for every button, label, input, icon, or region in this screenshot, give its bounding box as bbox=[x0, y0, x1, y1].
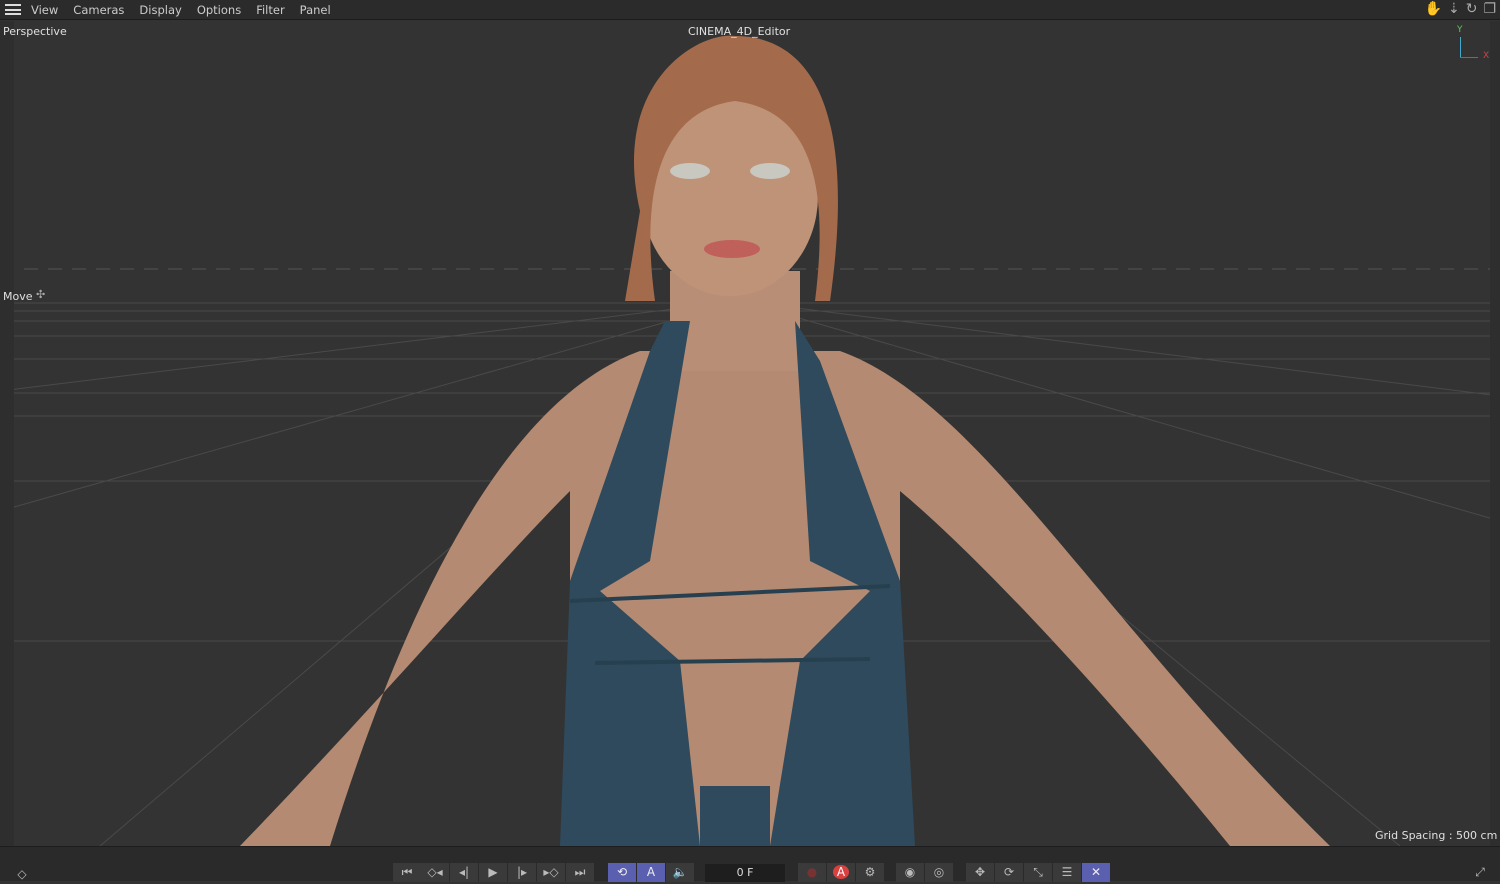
key-pla-icon[interactable]: ✕ bbox=[1082, 863, 1110, 882]
axis-gizmo: Y X bbox=[1455, 25, 1495, 65]
scene bbox=[0, 35, 1500, 846]
menu-filter[interactable]: Filter bbox=[256, 3, 284, 17]
keyframe-diamond-icon[interactable]: ◇ bbox=[10, 865, 34, 884]
audio-track-button[interactable]: A bbox=[637, 863, 665, 882]
expand-timeline-icon[interactable]: ⤢ bbox=[1466, 863, 1494, 882]
key-scale-icon[interactable]: ⤡ bbox=[1024, 863, 1052, 882]
sound-icon[interactable]: 🔈 bbox=[666, 863, 694, 882]
axis-y-label: Y bbox=[1457, 25, 1463, 35]
prev-frame-button[interactable]: ◂| bbox=[450, 863, 478, 882]
mouse-record-icon[interactable]: ◉ bbox=[896, 863, 924, 882]
loop-button[interactable]: ⟲ bbox=[608, 863, 636, 882]
grid-spacing-label: Grid Spacing : 500 cm bbox=[1375, 829, 1498, 842]
hand-pan-icon[interactable]: ✋ bbox=[1425, 1, 1442, 17]
keyframe-settings-icon[interactable]: ⚙ bbox=[856, 863, 884, 882]
next-frame-button[interactable]: |▸ bbox=[508, 863, 536, 882]
character-model[interactable] bbox=[240, 35, 1330, 846]
rotate-icon[interactable]: ↻ bbox=[1466, 1, 1478, 17]
motion-record-icon[interactable]: ◎ bbox=[925, 863, 953, 882]
key-rotation-icon[interactable]: ⟳ bbox=[995, 863, 1023, 882]
timeline-toolbar: ◇ ⏮ ◇◂ ◂| ▶ |▸ ▸◇ ⏭ ⟲ A 🔈 0 F ● A ⚙ ◉ ◎ … bbox=[0, 846, 1500, 884]
move-dolly-icon[interactable]: ⇣ bbox=[1448, 1, 1460, 17]
axis-x-label: X bbox=[1483, 51, 1490, 61]
menu-panel[interactable]: Panel bbox=[300, 3, 331, 17]
menu-view[interactable]: View bbox=[31, 3, 58, 17]
menu-cameras[interactable]: Cameras bbox=[73, 3, 124, 17]
hamburger-menu-icon[interactable] bbox=[5, 4, 21, 15]
active-tool-label: Move bbox=[3, 290, 33, 303]
menu-options[interactable]: Options bbox=[197, 3, 241, 17]
menu-bar: View Cameras Display Options Filter Pane… bbox=[0, 0, 1500, 20]
autokey-button[interactable]: A bbox=[827, 863, 855, 882]
menu-display[interactable]: Display bbox=[139, 3, 181, 17]
frame-field[interactable]: 0 F bbox=[705, 864, 785, 882]
prev-key-button[interactable]: ◇◂ bbox=[421, 863, 449, 882]
next-key-button[interactable]: ▸◇ bbox=[537, 863, 565, 882]
move-icon: ✣ bbox=[36, 288, 46, 301]
record-button[interactable]: ● bbox=[798, 863, 826, 882]
viewport-3d[interactable] bbox=[0, 21, 1500, 846]
play-button[interactable]: ▶ bbox=[479, 863, 507, 882]
go-to-start-button[interactable]: ⏮ bbox=[393, 863, 421, 882]
key-position-icon[interactable]: ✥ bbox=[966, 863, 994, 882]
right-strip bbox=[1490, 21, 1500, 846]
go-to-end-button[interactable]: ⏭ bbox=[566, 863, 594, 882]
maximize-view-icon[interactable]: ❐ bbox=[1483, 1, 1496, 17]
camera-label[interactable]: Perspective bbox=[3, 25, 67, 38]
left-strip bbox=[0, 21, 14, 846]
key-param-icon[interactable]: ☰ bbox=[1053, 863, 1081, 882]
viewport-title: CINEMA_4D_Editor bbox=[688, 25, 791, 38]
autokey-label: A bbox=[832, 865, 850, 879]
